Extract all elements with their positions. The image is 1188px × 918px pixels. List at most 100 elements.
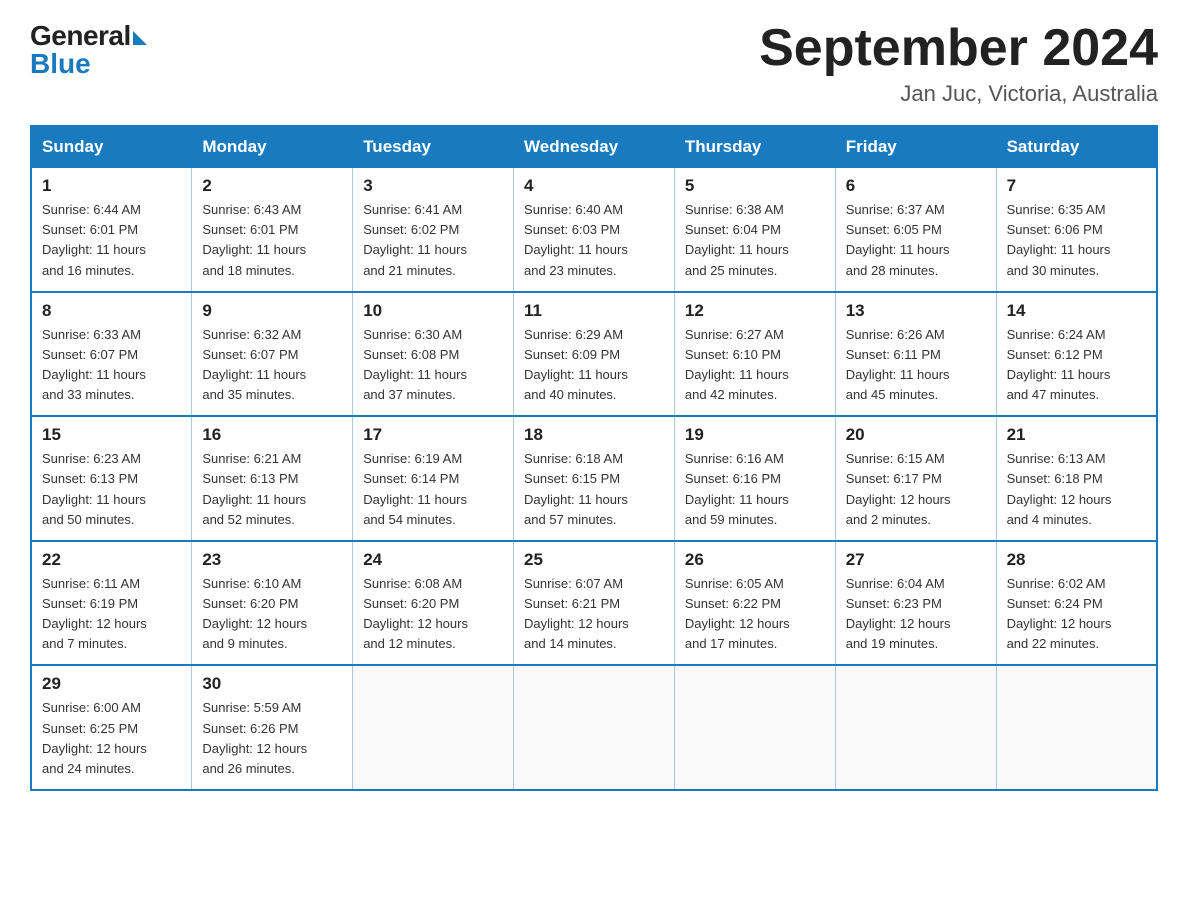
day-info: Sunrise: 6:13 AMSunset: 6:18 PMDaylight:… xyxy=(1007,449,1146,530)
calendar-cell: 8 Sunrise: 6:33 AMSunset: 6:07 PMDaylight… xyxy=(31,292,192,417)
calendar-cell: 13Sunrise: 6:26 AMSunset: 6:11 PMDayligh… xyxy=(835,292,996,417)
day-number: 17 xyxy=(363,425,503,445)
calendar-cell: 26 Sunrise: 6:05 AMSunset: 6:22 PMDayligh… xyxy=(674,541,835,666)
header-sunday: Sunday xyxy=(31,126,192,168)
calendar-cell: 6 Sunrise: 6:37 AMSunset: 6:05 PMDaylight… xyxy=(835,168,996,292)
day-number: 11 xyxy=(524,301,664,321)
calendar-cell: 15 Sunrise: 6:23 AMSunset: 6:13 PMDayligh… xyxy=(31,416,192,541)
header-wednesday: Wednesday xyxy=(514,126,675,168)
day-number: 29 xyxy=(42,674,181,694)
day-info: Sunrise: 6:23 AMSunset: 6:13 PMDaylight:… xyxy=(42,449,181,530)
day-number: 10 xyxy=(363,301,503,321)
day-number: 4 xyxy=(524,176,664,196)
calendar-cell: 1Sunrise: 6:44 AMSunset: 6:01 PMDaylight… xyxy=(31,168,192,292)
day-info: Sunrise: 6:32 AMSunset: 6:07 PMDaylight:… xyxy=(202,325,342,406)
calendar-cell: 23 Sunrise: 6:10 AMSunset: 6:20 PMDayligh… xyxy=(192,541,353,666)
day-info: Sunrise: 6:26 AMSunset: 6:11 PMDaylight:… xyxy=(846,325,986,406)
location: Jan Juc, Victoria, Australia xyxy=(759,81,1158,107)
day-number: 2 xyxy=(202,176,342,196)
calendar-cell: 21 Sunrise: 6:13 AMSunset: 6:18 PMDayligh… xyxy=(996,416,1157,541)
day-number: 25 xyxy=(524,550,664,570)
header-tuesday: Tuesday xyxy=(353,126,514,168)
logo: General Blue xyxy=(30,20,147,80)
title-section: September 2024 Jan Juc, Victoria, Austra… xyxy=(759,20,1158,107)
day-info: Sunrise: 6:37 AMSunset: 6:05 PMDaylight:… xyxy=(846,200,986,281)
calendar-cell: 19 Sunrise: 6:16 AMSunset: 6:16 PMDayligh… xyxy=(674,416,835,541)
day-info: Sunrise: 6:07 AMSunset: 6:21 PMDaylight:… xyxy=(524,574,664,655)
logo-triangle-icon xyxy=(133,31,147,45)
week-row-5: 29 Sunrise: 6:00 AMSunset: 6:25 PMDayligh… xyxy=(31,665,1157,790)
day-number: 15 xyxy=(42,425,181,445)
day-number: 8 xyxy=(42,301,181,321)
day-number: 30 xyxy=(202,674,342,694)
calendar-cell xyxy=(353,665,514,790)
day-number: 28 xyxy=(1007,550,1146,570)
day-info: Sunrise: 6:19 AMSunset: 6:14 PMDaylight:… xyxy=(363,449,503,530)
day-info: Sunrise: 6:08 AMSunset: 6:20 PMDaylight:… xyxy=(363,574,503,655)
calendar-cell: 29 Sunrise: 6:00 AMSunset: 6:25 PMDayligh… xyxy=(31,665,192,790)
calendar-cell: 7 Sunrise: 6:35 AMSunset: 6:06 PMDaylight… xyxy=(996,168,1157,292)
page-header: General Blue September 2024 Jan Juc, Vic… xyxy=(30,20,1158,107)
week-row-3: 15 Sunrise: 6:23 AMSunset: 6:13 PMDayligh… xyxy=(31,416,1157,541)
calendar-cell: 20 Sunrise: 6:15 AMSunset: 6:17 PMDayligh… xyxy=(835,416,996,541)
day-info: Sunrise: 6:24 AMSunset: 6:12 PMDaylight:… xyxy=(1007,325,1146,406)
day-number: 21 xyxy=(1007,425,1146,445)
logo-blue-text: Blue xyxy=(30,48,91,80)
day-number: 9 xyxy=(202,301,342,321)
day-info: Sunrise: 6:02 AMSunset: 6:24 PMDaylight:… xyxy=(1007,574,1146,655)
header-saturday: Saturday xyxy=(996,126,1157,168)
calendar-cell xyxy=(996,665,1157,790)
calendar-cell xyxy=(674,665,835,790)
day-info: Sunrise: 6:27 AMSunset: 6:10 PMDaylight:… xyxy=(685,325,825,406)
calendar-cell: 28 Sunrise: 6:02 AMSunset: 6:24 PMDayligh… xyxy=(996,541,1157,666)
day-number: 26 xyxy=(685,550,825,570)
day-number: 7 xyxy=(1007,176,1146,196)
calendar-cell: 14 Sunrise: 6:24 AMSunset: 6:12 PMDayligh… xyxy=(996,292,1157,417)
header-monday: Monday xyxy=(192,126,353,168)
day-info: Sunrise: 6:21 AMSunset: 6:13 PMDaylight:… xyxy=(202,449,342,530)
calendar-cell: 4 Sunrise: 6:40 AMSunset: 6:03 PMDaylight… xyxy=(514,168,675,292)
calendar-cell: 17 Sunrise: 6:19 AMSunset: 6:14 PMDayligh… xyxy=(353,416,514,541)
day-info: Sunrise: 6:38 AMSunset: 6:04 PMDaylight:… xyxy=(685,200,825,281)
day-info: Sunrise: 6:05 AMSunset: 6:22 PMDaylight:… xyxy=(685,574,825,655)
calendar-cell xyxy=(514,665,675,790)
day-info: Sunrise: 6:15 AMSunset: 6:17 PMDaylight:… xyxy=(846,449,986,530)
day-info: Sunrise: 6:40 AMSunset: 6:03 PMDaylight:… xyxy=(524,200,664,281)
day-info: Sunrise: 6:44 AMSunset: 6:01 PMDaylight:… xyxy=(42,200,181,281)
month-title: September 2024 xyxy=(759,20,1158,77)
calendar-cell: 25 Sunrise: 6:07 AMSunset: 6:21 PMDayligh… xyxy=(514,541,675,666)
day-info: Sunrise: 6:29 AMSunset: 6:09 PMDaylight:… xyxy=(524,325,664,406)
day-info: Sunrise: 6:41 AMSunset: 6:02 PMDaylight:… xyxy=(363,200,503,281)
calendar-cell xyxy=(835,665,996,790)
calendar-cell: 9 Sunrise: 6:32 AMSunset: 6:07 PMDaylight… xyxy=(192,292,353,417)
week-row-1: 1Sunrise: 6:44 AMSunset: 6:01 PMDaylight… xyxy=(31,168,1157,292)
day-number: 20 xyxy=(846,425,986,445)
day-number: 5 xyxy=(685,176,825,196)
day-number: 19 xyxy=(685,425,825,445)
calendar-cell: 24Sunrise: 6:08 AMSunset: 6:20 PMDayligh… xyxy=(353,541,514,666)
calendar-cell: 30Sunrise: 5:59 AMSunset: 6:26 PMDayligh… xyxy=(192,665,353,790)
calendar-cell: 5 Sunrise: 6:38 AMSunset: 6:04 PMDaylight… xyxy=(674,168,835,292)
header-row: SundayMondayTuesdayWednesdayThursdayFrid… xyxy=(31,126,1157,168)
day-number: 3 xyxy=(363,176,503,196)
calendar-cell: 18Sunrise: 6:18 AMSunset: 6:15 PMDayligh… xyxy=(514,416,675,541)
calendar-cell: 2 Sunrise: 6:43 AMSunset: 6:01 PMDaylight… xyxy=(192,168,353,292)
day-info: Sunrise: 6:35 AMSunset: 6:06 PMDaylight:… xyxy=(1007,200,1146,281)
day-number: 23 xyxy=(202,550,342,570)
day-info: Sunrise: 6:43 AMSunset: 6:01 PMDaylight:… xyxy=(202,200,342,281)
day-info: Sunrise: 6:33 AMSunset: 6:07 PMDaylight:… xyxy=(42,325,181,406)
day-info: Sunrise: 6:04 AMSunset: 6:23 PMDaylight:… xyxy=(846,574,986,655)
day-info: Sunrise: 6:11 AMSunset: 6:19 PMDaylight:… xyxy=(42,574,181,655)
day-info: Sunrise: 6:10 AMSunset: 6:20 PMDaylight:… xyxy=(202,574,342,655)
day-info: Sunrise: 6:30 AMSunset: 6:08 PMDaylight:… xyxy=(363,325,503,406)
day-info: Sunrise: 6:16 AMSunset: 6:16 PMDaylight:… xyxy=(685,449,825,530)
calendar-table: SundayMondayTuesdayWednesdayThursdayFrid… xyxy=(30,125,1158,791)
calendar-cell: 22Sunrise: 6:11 AMSunset: 6:19 PMDayligh… xyxy=(31,541,192,666)
header-thursday: Thursday xyxy=(674,126,835,168)
header-friday: Friday xyxy=(835,126,996,168)
day-number: 14 xyxy=(1007,301,1146,321)
day-info: Sunrise: 6:18 AMSunset: 6:15 PMDaylight:… xyxy=(524,449,664,530)
day-number: 6 xyxy=(846,176,986,196)
day-number: 12 xyxy=(685,301,825,321)
day-info: Sunrise: 6:00 AMSunset: 6:25 PMDaylight:… xyxy=(42,698,181,779)
